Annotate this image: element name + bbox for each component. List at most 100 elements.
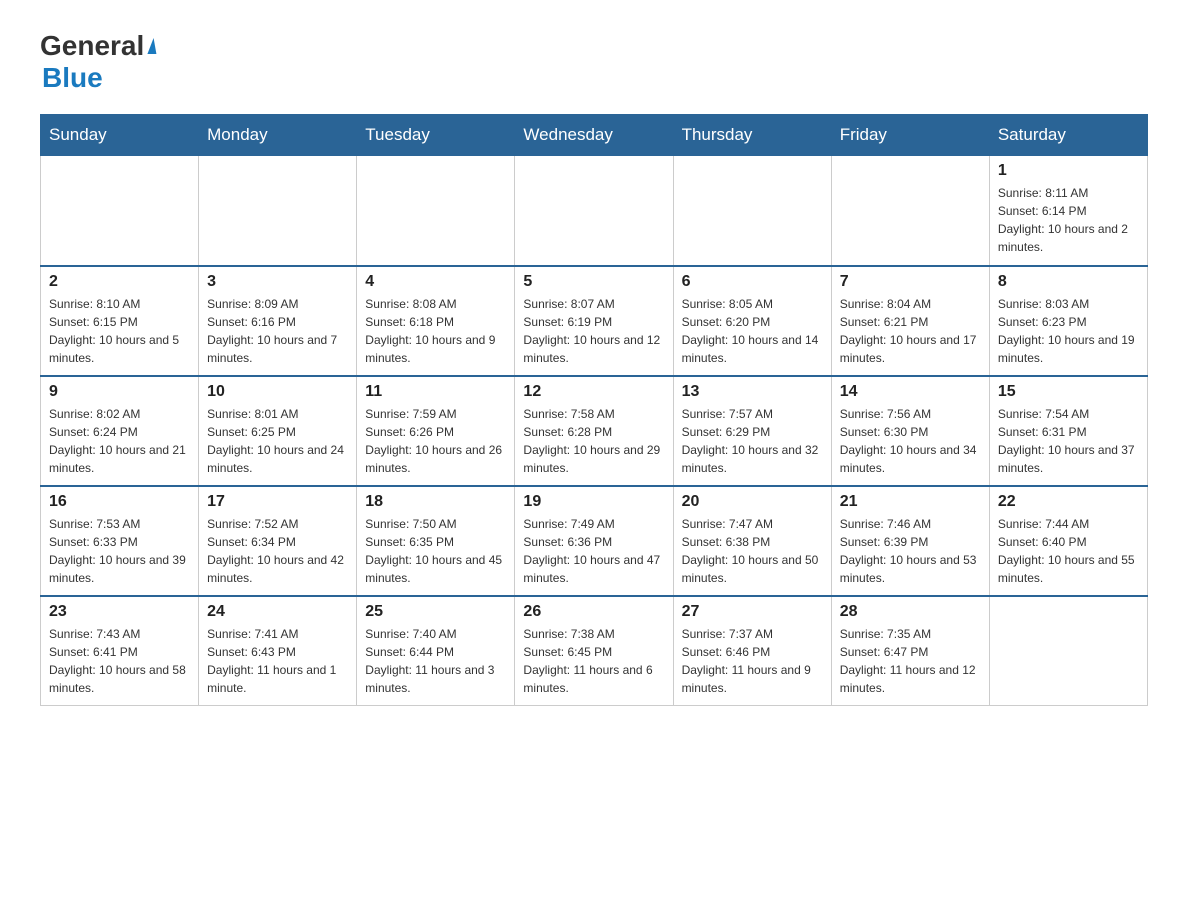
day-info: Sunrise: 8:11 AM Sunset: 6:14 PM Dayligh… bbox=[998, 184, 1139, 256]
weekday-header-saturday: Saturday bbox=[989, 115, 1147, 156]
day-number: 22 bbox=[998, 493, 1139, 511]
calendar-day-cell: 5 Sunrise: 8:07 AM Sunset: 6:19 PM Daylig… bbox=[515, 266, 673, 376]
day-info: Sunrise: 7:41 AM Sunset: 6:43 PM Dayligh… bbox=[207, 625, 348, 697]
day-info: Sunrise: 8:08 AM Sunset: 6:18 PM Dayligh… bbox=[365, 295, 506, 367]
day-number: 15 bbox=[998, 383, 1139, 401]
calendar-day-cell bbox=[357, 156, 515, 266]
calendar-day-cell: 27Sunrise: 7:37 AM Sunset: 6:46 PM Dayli… bbox=[673, 596, 831, 706]
day-info: Sunrise: 8:02 AM Sunset: 6:24 PM Dayligh… bbox=[49, 405, 190, 477]
calendar-week-row: 1 Sunrise: 8:11 AM Sunset: 6:14 PM Daylig… bbox=[41, 156, 1148, 266]
day-info: Sunrise: 7:54 AM Sunset: 6:31 PM Dayligh… bbox=[998, 405, 1139, 477]
weekday-header-thursday: Thursday bbox=[673, 115, 831, 156]
weekday-header-sunday: Sunday bbox=[41, 115, 199, 156]
calendar-day-cell: 28 Sunrise: 7:35 AM Sunset: 6:47 PM Dayli… bbox=[831, 596, 989, 706]
day-number: 7 bbox=[840, 273, 981, 291]
day-number: 8 bbox=[998, 273, 1139, 291]
calendar-day-cell: 24 Sunrise: 7:41 AM Sunset: 6:43 PM Dayli… bbox=[199, 596, 357, 706]
calendar-day-cell: 18 Sunrise: 7:50 AM Sunset: 6:35 PM Dayli… bbox=[357, 486, 515, 596]
day-info: Sunrise: 7:44 AM Sunset: 6:40 PM Dayligh… bbox=[998, 515, 1139, 587]
calendar-day-cell: 15 Sunrise: 7:54 AM Sunset: 6:31 PM Dayli… bbox=[989, 376, 1147, 486]
calendar-day-cell bbox=[41, 156, 199, 266]
logo-text-blue: Blue bbox=[42, 62, 103, 94]
calendar-table: SundayMondayTuesdayWednesdayThursdayFrid… bbox=[40, 114, 1148, 706]
day-number: 6 bbox=[682, 273, 823, 291]
calendar-day-cell: 10 Sunrise: 8:01 AM Sunset: 6:25 PM Dayli… bbox=[199, 376, 357, 486]
weekday-header-row: SundayMondayTuesdayWednesdayThursdayFrid… bbox=[41, 115, 1148, 156]
weekday-header-tuesday: Tuesday bbox=[357, 115, 515, 156]
day-number: 2 bbox=[49, 273, 190, 291]
day-number: 5 bbox=[523, 273, 664, 291]
day-info: Sunrise: 8:09 AM Sunset: 6:16 PM Dayligh… bbox=[207, 295, 348, 367]
day-info: Sunrise: 8:05 AM Sunset: 6:20 PM Dayligh… bbox=[682, 295, 823, 367]
weekday-header-friday: Friday bbox=[831, 115, 989, 156]
weekday-header-monday: Monday bbox=[199, 115, 357, 156]
day-number: 3 bbox=[207, 273, 348, 291]
calendar-week-row: 9 Sunrise: 8:02 AM Sunset: 6:24 PM Daylig… bbox=[41, 376, 1148, 486]
day-info: Sunrise: 8:03 AM Sunset: 6:23 PM Dayligh… bbox=[998, 295, 1139, 367]
day-number: 11 bbox=[365, 383, 506, 401]
day-info: Sunrise: 8:01 AM Sunset: 6:25 PM Dayligh… bbox=[207, 405, 348, 477]
calendar-day-cell: 13 Sunrise: 7:57 AM Sunset: 6:29 PM Dayli… bbox=[673, 376, 831, 486]
calendar-day-cell: 1 Sunrise: 8:11 AM Sunset: 6:14 PM Daylig… bbox=[989, 156, 1147, 266]
calendar-day-cell: 25 Sunrise: 7:40 AM Sunset: 6:44 PM Dayli… bbox=[357, 596, 515, 706]
day-info: Sunrise: 7:40 AM Sunset: 6:44 PM Dayligh… bbox=[365, 625, 506, 697]
logo: General Blue bbox=[40, 30, 155, 94]
day-info: Sunrise: 7:46 AM Sunset: 6:39 PM Dayligh… bbox=[840, 515, 981, 587]
calendar-day-cell bbox=[199, 156, 357, 266]
day-number: 12 bbox=[523, 383, 664, 401]
calendar-day-cell: 23 Sunrise: 7:43 AM Sunset: 6:41 PM Dayli… bbox=[41, 596, 199, 706]
day-info: Sunrise: 8:07 AM Sunset: 6:19 PM Dayligh… bbox=[523, 295, 664, 367]
day-info: Sunrise: 7:56 AM Sunset: 6:30 PM Dayligh… bbox=[840, 405, 981, 477]
calendar-day-cell: 16 Sunrise: 7:53 AM Sunset: 6:33 PM Dayli… bbox=[41, 486, 199, 596]
calendar-day-cell: 9 Sunrise: 8:02 AM Sunset: 6:24 PM Daylig… bbox=[41, 376, 199, 486]
calendar-day-cell: 26Sunrise: 7:38 AM Sunset: 6:45 PM Dayli… bbox=[515, 596, 673, 706]
calendar-day-cell: 19Sunrise: 7:49 AM Sunset: 6:36 PM Dayli… bbox=[515, 486, 673, 596]
day-info: Sunrise: 7:58 AM Sunset: 6:28 PM Dayligh… bbox=[523, 405, 664, 477]
day-info: Sunrise: 8:04 AM Sunset: 6:21 PM Dayligh… bbox=[840, 295, 981, 367]
weekday-header-wednesday: Wednesday bbox=[515, 115, 673, 156]
day-info: Sunrise: 7:38 AM Sunset: 6:45 PM Dayligh… bbox=[523, 625, 664, 697]
calendar-day-cell bbox=[831, 156, 989, 266]
calendar-day-cell: 21 Sunrise: 7:46 AM Sunset: 6:39 PM Dayli… bbox=[831, 486, 989, 596]
day-number: 25 bbox=[365, 603, 506, 621]
day-number: 9 bbox=[49, 383, 190, 401]
day-info: Sunrise: 7:52 AM Sunset: 6:34 PM Dayligh… bbox=[207, 515, 348, 587]
day-number: 18 bbox=[365, 493, 506, 511]
page-header: General Blue bbox=[40, 30, 1148, 94]
day-number: 13 bbox=[682, 383, 823, 401]
day-number: 16 bbox=[49, 493, 190, 511]
calendar-day-cell: 11 Sunrise: 7:59 AM Sunset: 6:26 PM Dayli… bbox=[357, 376, 515, 486]
day-number: 10 bbox=[207, 383, 348, 401]
calendar-week-row: 2 Sunrise: 8:10 AM Sunset: 6:15 PM Daylig… bbox=[41, 266, 1148, 376]
calendar-day-cell: 2 Sunrise: 8:10 AM Sunset: 6:15 PM Daylig… bbox=[41, 266, 199, 376]
day-info: Sunrise: 7:50 AM Sunset: 6:35 PM Dayligh… bbox=[365, 515, 506, 587]
day-info: Sunrise: 7:35 AM Sunset: 6:47 PM Dayligh… bbox=[840, 625, 981, 697]
day-info: Sunrise: 7:59 AM Sunset: 6:26 PM Dayligh… bbox=[365, 405, 506, 477]
day-info: Sunrise: 7:53 AM Sunset: 6:33 PM Dayligh… bbox=[49, 515, 190, 587]
calendar-day-cell: 3 Sunrise: 8:09 AM Sunset: 6:16 PM Daylig… bbox=[199, 266, 357, 376]
day-number: 23 bbox=[49, 603, 190, 621]
calendar-day-cell: 12 Sunrise: 7:58 AM Sunset: 6:28 PM Dayli… bbox=[515, 376, 673, 486]
logo-text-black: General bbox=[40, 30, 144, 62]
calendar-day-cell bbox=[989, 596, 1147, 706]
day-number: 24 bbox=[207, 603, 348, 621]
calendar-week-row: 23 Sunrise: 7:43 AM Sunset: 6:41 PM Dayli… bbox=[41, 596, 1148, 706]
day-number: 28 bbox=[840, 603, 981, 621]
day-info: Sunrise: 7:57 AM Sunset: 6:29 PM Dayligh… bbox=[682, 405, 823, 477]
day-number: 20 bbox=[682, 493, 823, 511]
calendar-day-cell: 6 Sunrise: 8:05 AM Sunset: 6:20 PM Daylig… bbox=[673, 266, 831, 376]
day-info: Sunrise: 8:10 AM Sunset: 6:15 PM Dayligh… bbox=[49, 295, 190, 367]
calendar-day-cell: 20Sunrise: 7:47 AM Sunset: 6:38 PM Dayli… bbox=[673, 486, 831, 596]
day-info: Sunrise: 7:37 AM Sunset: 6:46 PM Dayligh… bbox=[682, 625, 823, 697]
calendar-day-cell: 17Sunrise: 7:52 AM Sunset: 6:34 PM Dayli… bbox=[199, 486, 357, 596]
calendar-day-cell: 7 Sunrise: 8:04 AM Sunset: 6:21 PM Daylig… bbox=[831, 266, 989, 376]
calendar-week-row: 16 Sunrise: 7:53 AM Sunset: 6:33 PM Dayli… bbox=[41, 486, 1148, 596]
day-number: 1 bbox=[998, 162, 1139, 180]
day-number: 4 bbox=[365, 273, 506, 291]
calendar-day-cell: 8 Sunrise: 8:03 AM Sunset: 6:23 PM Daylig… bbox=[989, 266, 1147, 376]
calendar-day-cell bbox=[673, 156, 831, 266]
day-number: 21 bbox=[840, 493, 981, 511]
day-info: Sunrise: 7:43 AM Sunset: 6:41 PM Dayligh… bbox=[49, 625, 190, 697]
day-number: 19 bbox=[523, 493, 664, 511]
calendar-day-cell: 4 Sunrise: 8:08 AM Sunset: 6:18 PM Daylig… bbox=[357, 266, 515, 376]
